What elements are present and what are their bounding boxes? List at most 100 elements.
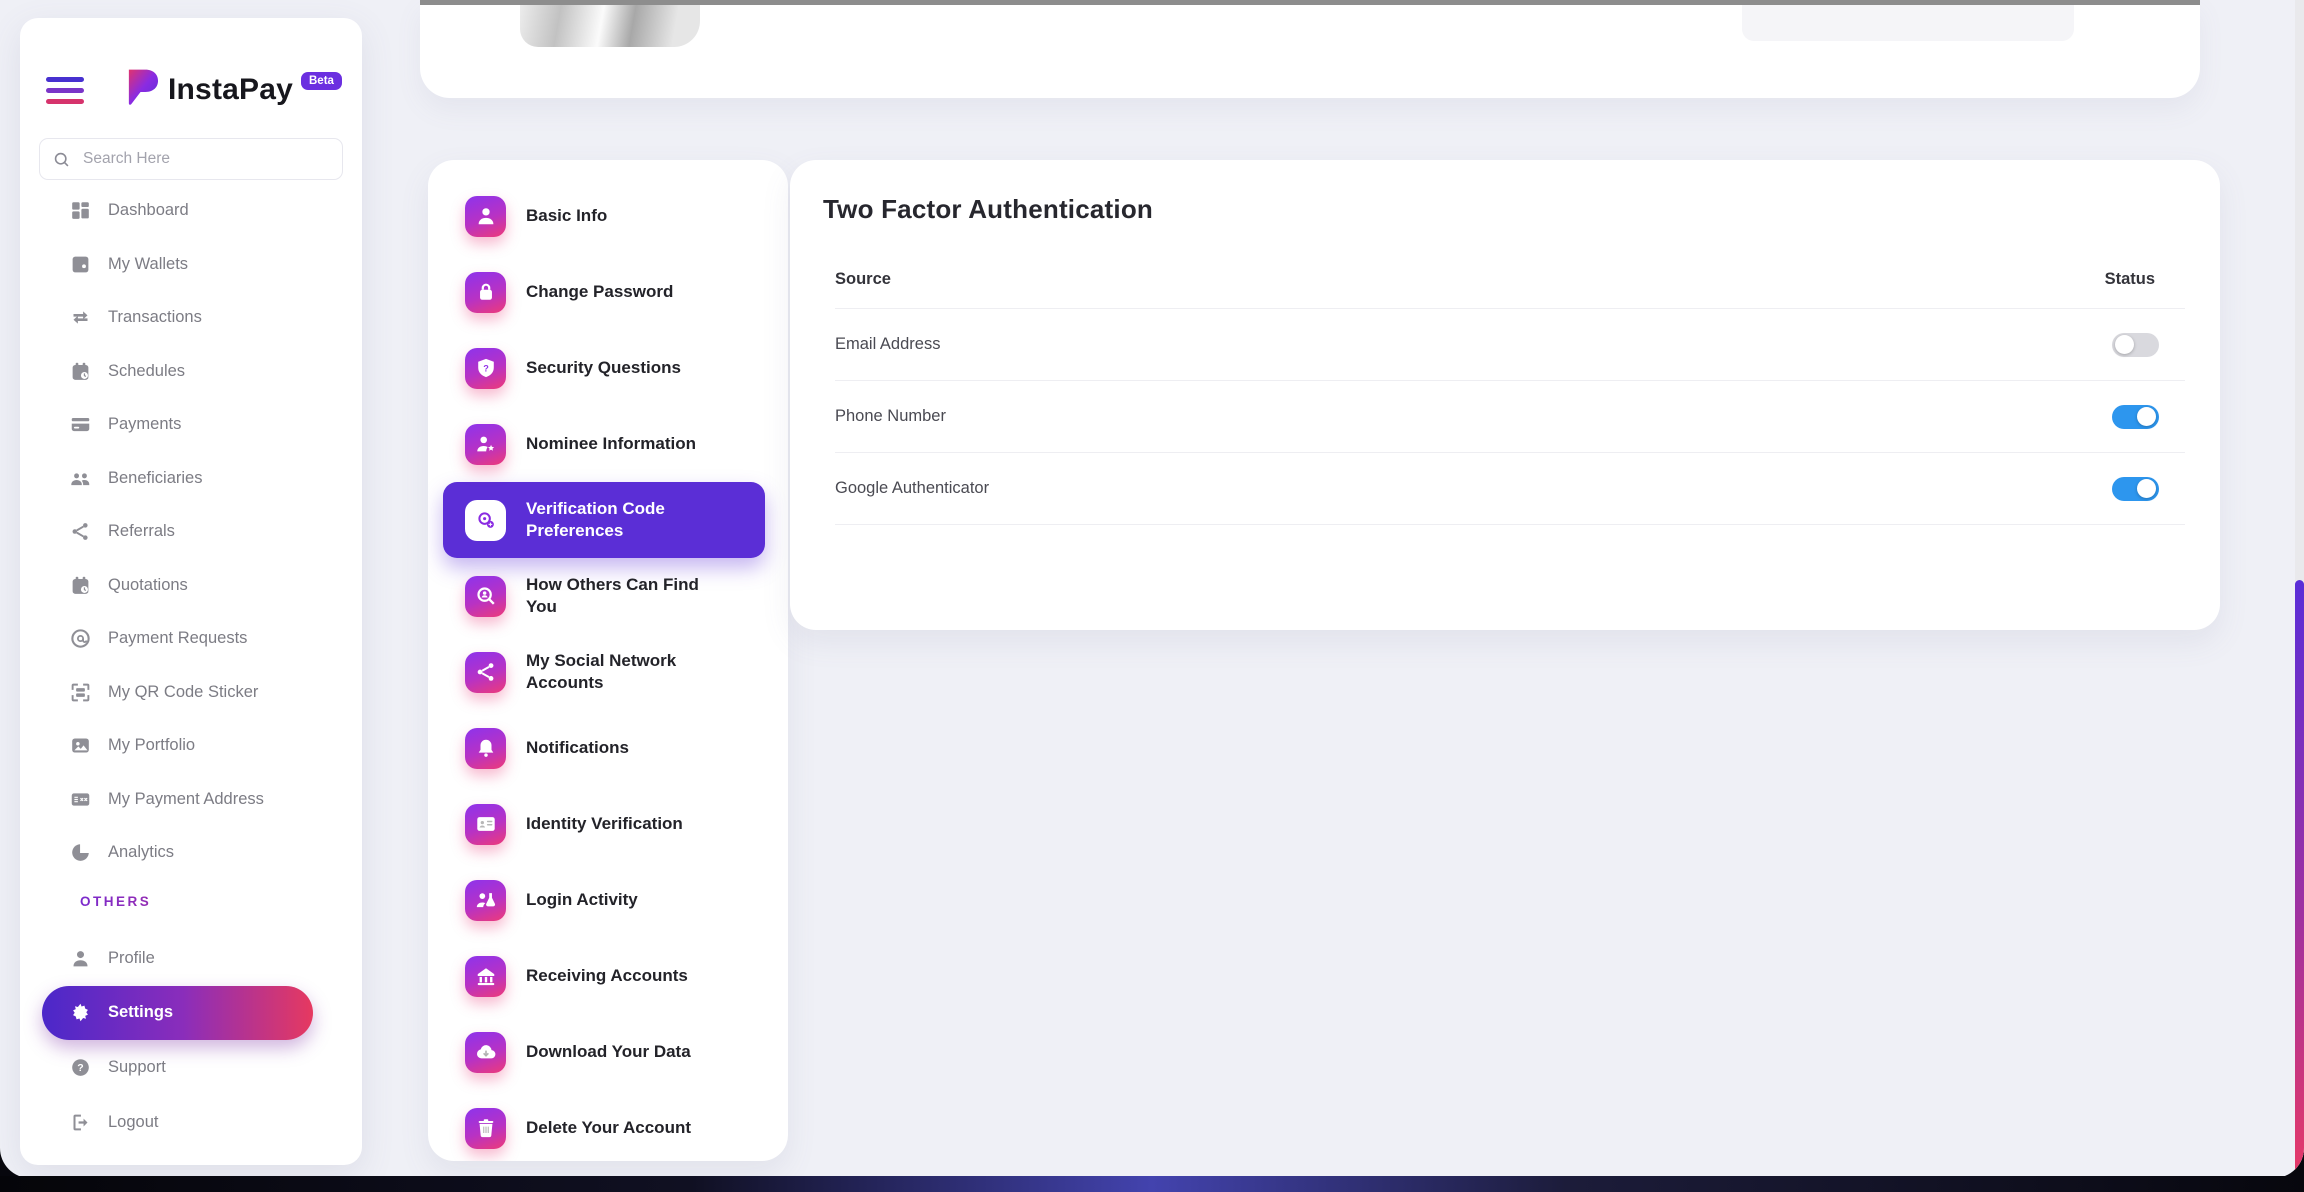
settings-nav-item-change-password[interactable]: Change Password	[443, 254, 765, 330]
sidebar-item-profile[interactable]: Profile	[70, 931, 362, 986]
toggle-email-address[interactable]	[2112, 333, 2159, 357]
settings-nav-item-receiving-accounts[interactable]: Receiving Accounts	[443, 938, 765, 1014]
sidebar-item-payment-requests[interactable]: Payment Requests	[70, 612, 362, 666]
settings-nav-label: Notifications	[526, 737, 629, 759]
beta-badge: Beta	[301, 72, 342, 90]
sidebar-item-payments[interactable]: Payments	[70, 398, 362, 452]
settings-nav-label: Change Password	[526, 281, 673, 303]
person-star-icon	[475, 433, 497, 455]
verification-code-icon-tile	[465, 500, 506, 541]
app-logo[interactable]: InstaPay Beta	[124, 68, 342, 112]
social-icon	[475, 661, 497, 683]
transfer-icon	[70, 307, 91, 328]
settings-nav-label: Identity Verification	[526, 813, 683, 835]
settings-nav-item-login-activity[interactable]: Login Activity	[443, 862, 765, 938]
sidebar-item-my-portfolio[interactable]: My Portfolio	[70, 719, 362, 773]
settings-nav-card: Basic Info Change Password Security Questi…	[428, 160, 788, 1161]
bell-icon	[475, 737, 497, 759]
sidebar-header: InstaPay Beta	[20, 18, 362, 112]
question-icon	[70, 1057, 91, 1078]
settings-nav-label: Security Questions	[526, 357, 681, 379]
qr-icon	[70, 682, 91, 703]
shield-question-icon-tile	[465, 348, 506, 389]
sidebar-item-label: Transactions	[108, 308, 202, 327]
settings-nav-label: Receiving Accounts	[526, 965, 688, 987]
settings-nav-item-my-social-network-accounts[interactable]: My Social Network Accounts	[443, 634, 765, 710]
content-card: Two Factor Authentication Source Status …	[790, 160, 2220, 630]
settings-nav-item-notifications[interactable]: Notifications	[443, 710, 765, 786]
settings-nav: Basic Info Change Password Security Questi…	[428, 178, 788, 1161]
share-icon	[70, 521, 91, 542]
settings-nav-label: My Social Network Accounts	[526, 650, 711, 694]
search-input[interactable]	[81, 149, 330, 169]
calendar-icon	[70, 361, 91, 382]
table-header-row: Source Status	[835, 251, 2185, 309]
settings-nav-item-nominee-information[interactable]: Nominee Information	[443, 406, 765, 482]
shield-question-icon	[475, 357, 497, 379]
sidebar-item-dashboard[interactable]: Dashboard	[70, 184, 362, 238]
settings-nav-label: Basic Info	[526, 205, 607, 227]
settings-nav-item-security-questions[interactable]: Security Questions	[443, 330, 765, 406]
settings-nav-item-delete-your-account[interactable]: Delete Your Account	[443, 1090, 765, 1161]
trash-icon	[475, 1117, 497, 1139]
app-root: InstaPay Beta DashboardMy Wallets Transac…	[0, 0, 2304, 1192]
sidebar-item-logout[interactable]: Logout	[70, 1095, 362, 1150]
sidebar-item-my-payment-address[interactable]: My Payment Address	[70, 773, 362, 827]
scrollbar-track	[2295, 0, 2304, 1178]
sidebar-item-settings[interactable]: Settings	[42, 986, 313, 1040]
sidebar-item-analytics[interactable]: Analytics	[70, 826, 362, 880]
sidebar-item-referrals[interactable]: Referrals	[70, 505, 362, 559]
sidebar-others-nav: Profile SettingsSupportLogout	[20, 931, 362, 1150]
id-card-icon	[475, 813, 497, 835]
settings-nav-item-download-your-data[interactable]: Download Your Data	[443, 1014, 765, 1090]
sidebar-item-label: My QR Code Sticker	[108, 683, 258, 702]
profile-header-card	[420, 0, 2200, 98]
bell-icon-tile	[465, 728, 506, 769]
people-icon	[70, 468, 91, 489]
settings-nav-item-identity-verification[interactable]: Identity Verification	[443, 786, 765, 862]
sidebar-item-label: Beneficiaries	[108, 469, 202, 488]
lock-icon-tile	[465, 272, 506, 313]
settings-nav-item-verification-code-preferences[interactable]: Verification Code Preferences	[443, 482, 765, 558]
settings-nav-item-basic-info[interactable]: Basic Info	[443, 178, 765, 254]
toggle-knob	[2137, 407, 2156, 426]
at-icon	[70, 628, 91, 649]
source-label: Phone Number	[835, 407, 946, 426]
settings-nav-label: Delete Your Account	[526, 1117, 691, 1139]
person-icon-tile	[465, 196, 506, 237]
sidebar-item-my-qr-code-sticker[interactable]: My QR Code Sticker	[70, 666, 362, 720]
toggle-google-authenticator[interactable]	[2112, 477, 2159, 501]
source-label: Email Address	[835, 335, 940, 354]
hamburger-icon[interactable]	[46, 77, 84, 104]
settings-nav-label: Login Activity	[526, 889, 638, 911]
settings-nav-item-how-others-can-find-you[interactable]: How Others Can Find You	[443, 558, 765, 634]
sidebar-item-quotations[interactable]: Quotations	[70, 559, 362, 613]
sidebar-item-label: Profile	[108, 949, 155, 968]
search-box	[39, 138, 343, 180]
sidebar-item-schedules[interactable]: Schedules	[70, 345, 362, 399]
gear-icon	[70, 1002, 91, 1023]
id-card-icon-tile	[465, 804, 506, 845]
person-icon	[475, 205, 497, 227]
person-icon	[70, 948, 91, 969]
sidebar-item-label: Payment Requests	[108, 629, 247, 648]
cloud-download-icon	[475, 1041, 497, 1063]
person-star-icon-tile	[465, 424, 506, 465]
sidebar-item-support[interactable]: Support	[70, 1040, 362, 1095]
search-icon	[52, 150, 71, 169]
calendar-icon	[70, 575, 91, 596]
sidebar-item-beneficiaries[interactable]: Beneficiaries	[70, 452, 362, 506]
login-activity-icon	[475, 889, 497, 911]
sidebar-item-transactions[interactable]: Transactions	[70, 291, 362, 345]
sidebar-item-label: Payments	[108, 415, 181, 434]
grid-icon	[70, 200, 91, 221]
search-person-icon-tile	[465, 576, 506, 617]
toggle-phone-number[interactable]	[2112, 405, 2159, 429]
table-row-google-authenticator: Google Authenticator	[835, 453, 2185, 525]
sidebar-item-label: My Portfolio	[108, 736, 195, 755]
sidebar-item-my-wallets[interactable]: My Wallets	[70, 238, 362, 292]
source-header: Source	[835, 270, 891, 289]
page-title: Two Factor Authentication	[823, 194, 2220, 225]
scrollbar-thumb[interactable]	[2295, 580, 2304, 1178]
social-icon-tile	[465, 652, 506, 693]
